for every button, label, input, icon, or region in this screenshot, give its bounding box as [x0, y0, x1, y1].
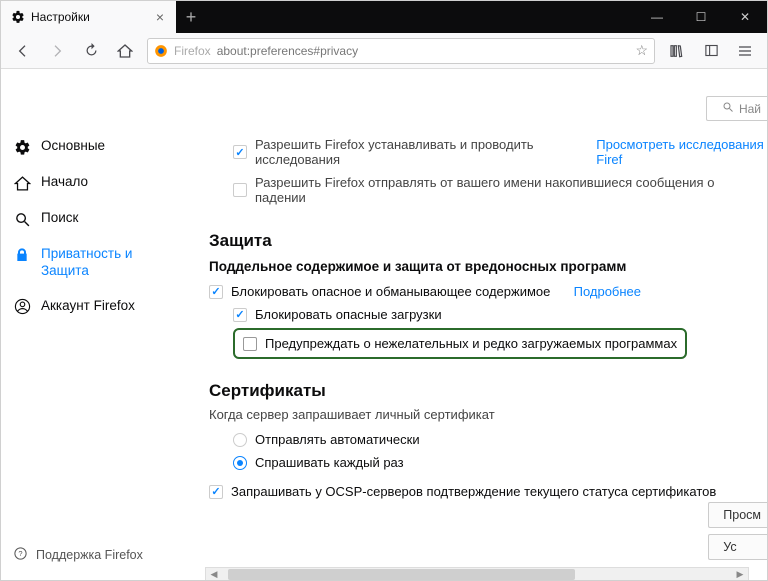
checkbox-warn-unwanted[interactable] — [243, 337, 257, 351]
sidebar-label: Приватность и Защита — [41, 246, 160, 280]
label-allow-research: Разрешить Firefox устанавливать и провод… — [255, 137, 573, 167]
svg-text:?: ? — [18, 549, 22, 558]
heading-malware: Поддельное содержимое и защита от вредон… — [209, 259, 767, 274]
tab-bar: Настройки × + — ☐ ✕ — [1, 1, 767, 33]
gear-icon — [13, 138, 31, 156]
scroll-right-icon[interactable]: ▶ — [732, 568, 748, 580]
tab-title: Настройки — [31, 10, 146, 24]
certs-description: Когда сервер запрашивает личный сертифик… — [209, 405, 767, 428]
library-button[interactable] — [661, 37, 693, 65]
back-button[interactable] — [7, 37, 39, 65]
link-view-research[interactable]: Просмотреть исследования Firef — [596, 137, 767, 167]
label-block-deceptive: Блокировать опасное и обманывающее содер… — [231, 284, 550, 299]
settings-sidebar: Основные Начало Поиск Приватность и Защи… — [9, 129, 164, 325]
reload-button[interactable] — [75, 37, 107, 65]
url-bar[interactable]: Firefox about:preferences#privacy ☆ — [147, 38, 655, 64]
new-tab-button[interactable]: + — [176, 7, 206, 28]
firefox-icon — [154, 44, 168, 58]
lock-icon — [13, 246, 31, 264]
horizontal-scrollbar[interactable]: ◀ ▶ — [205, 567, 749, 580]
sidebar-item-account[interactable]: Аккаунт Firefox — [9, 289, 164, 325]
radio-ask-each[interactable] — [233, 456, 247, 470]
navigation-toolbar: Firefox about:preferences#privacy ☆ — [1, 33, 767, 69]
sidebar-label: Аккаунт Firefox — [41, 298, 135, 315]
settings-main: Разрешить Firefox устанавливать и провод… — [209, 69, 767, 580]
devices-button[interactable]: Ус — [708, 534, 767, 560]
sidebar-item-home[interactable]: Начало — [9, 165, 164, 201]
support-link[interactable]: ? Поддержка Firefox — [9, 540, 147, 570]
label-block-downloads: Блокировать опасные загрузки — [255, 307, 442, 322]
window-minimize[interactable]: — — [635, 1, 679, 33]
radio-send-auto[interactable] — [233, 433, 247, 447]
url-address: about:preferences#privacy — [217, 44, 630, 58]
scroll-left-icon[interactable]: ◀ — [206, 568, 222, 580]
home-button[interactable] — [109, 37, 141, 65]
heading-certificates: Сертификаты — [209, 381, 767, 401]
checkbox-allow-research[interactable] — [233, 145, 247, 159]
view-certs-button[interactable]: Просм — [708, 502, 767, 528]
checkbox-block-deceptive[interactable] — [209, 285, 223, 299]
highlighted-option: Предупреждать о нежелательных и редко за… — [233, 328, 687, 359]
scrollbar-thumb[interactable] — [228, 569, 575, 580]
checkbox-crash-reports[interactable] — [233, 183, 247, 197]
search-icon — [13, 210, 31, 228]
label-warn-unwanted: Предупреждать о нежелательных и редко за… — [265, 336, 677, 351]
bookmark-star-icon[interactable]: ☆ — [635, 42, 648, 59]
label-ocsp: Запрашивать у OCSP-серверов подтверждени… — [231, 484, 716, 499]
link-learn-more[interactable]: Подробнее — [574, 284, 641, 299]
sidebar-label: Начало — [41, 174, 88, 191]
url-prefix: Firefox — [174, 44, 211, 58]
forward-button[interactable] — [41, 37, 73, 65]
sidebar-label: Основные — [41, 138, 105, 155]
close-tab-icon[interactable]: × — [152, 9, 168, 25]
account-icon — [13, 298, 31, 316]
label-send-auto: Отправлять автоматически — [255, 432, 420, 447]
window-maximize[interactable]: ☐ — [679, 1, 723, 33]
window-close[interactable]: ✕ — [723, 1, 767, 33]
settings-icon — [11, 10, 25, 24]
label-crash-reports: Разрешить Firefox отправлять от вашего и… — [255, 175, 767, 205]
checkbox-block-downloads[interactable] — [233, 308, 247, 322]
label-ask-each: Спрашивать каждый раз — [255, 455, 404, 470]
checkbox-ocsp[interactable] — [209, 485, 223, 499]
menu-button[interactable] — [729, 37, 761, 65]
help-icon: ? — [13, 546, 28, 564]
heading-protection: Защита — [209, 231, 767, 251]
sidebar-item-search[interactable]: Поиск — [9, 201, 164, 237]
sidebar-label: Поиск — [41, 210, 78, 227]
sidebar-item-privacy[interactable]: Приватность и Защита — [9, 237, 164, 289]
sidebar-button[interactable] — [695, 37, 727, 65]
support-label: Поддержка Firefox — [36, 548, 143, 562]
sidebar-item-general[interactable]: Основные — [9, 129, 164, 165]
active-tab[interactable]: Настройки × — [1, 1, 176, 33]
home-icon — [13, 174, 31, 192]
